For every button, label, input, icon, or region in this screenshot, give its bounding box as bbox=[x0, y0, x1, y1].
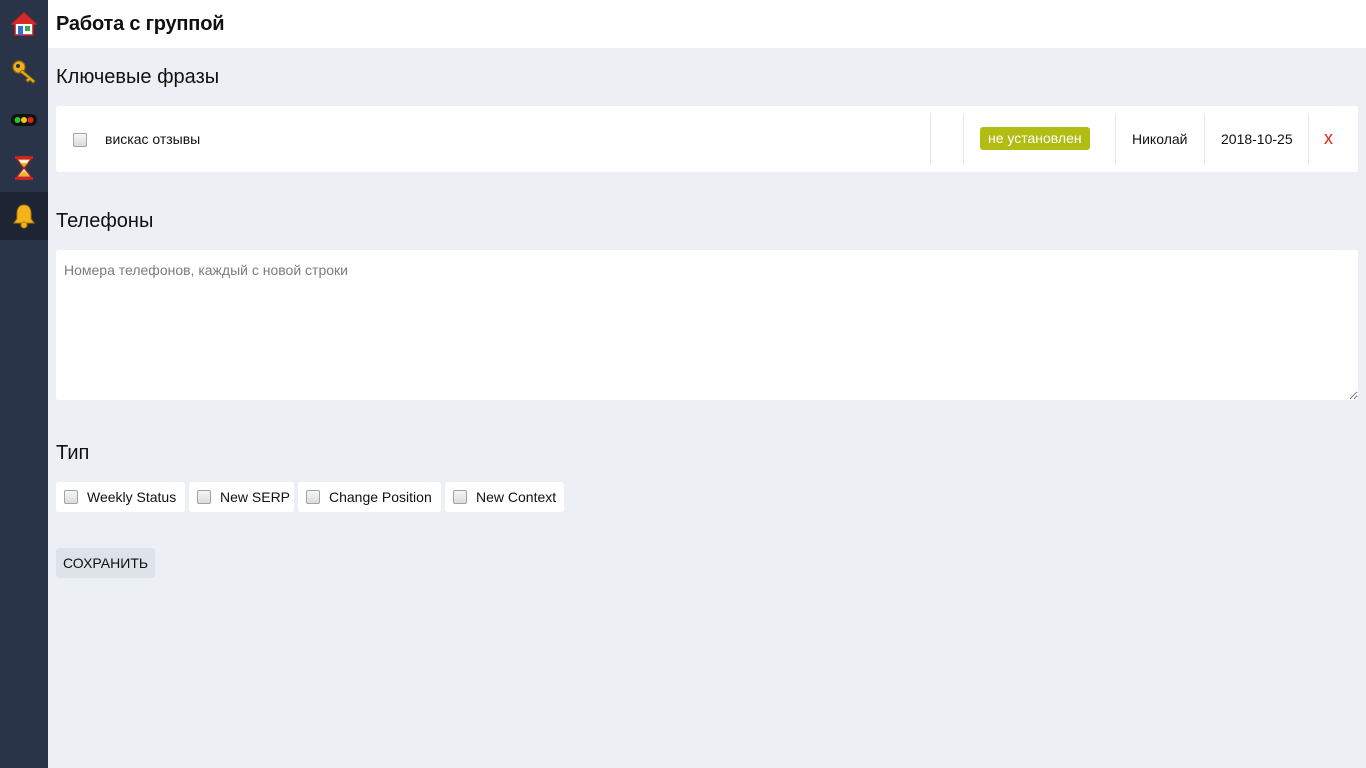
bell-icon bbox=[13, 204, 35, 229]
new-context-checkbox[interactable] bbox=[453, 490, 467, 504]
keyword-date: 2018-10-25 bbox=[1221, 131, 1293, 147]
type-section-title: Тип bbox=[56, 442, 90, 464]
sidebar-item-home[interactable] bbox=[0, 0, 48, 48]
save-button[interactable]: СОХРАНИТЬ bbox=[56, 548, 156, 578]
column-divider bbox=[1204, 114, 1205, 164]
type-option-label: Change Position bbox=[329, 489, 432, 505]
keywords-section-title: Ключевые фразы bbox=[56, 66, 220, 88]
sidebar-item-history[interactable] bbox=[0, 144, 48, 192]
type-option-new-serp[interactable]: New SERP bbox=[189, 482, 294, 512]
keyword-row-checkbox[interactable] bbox=[73, 133, 87, 147]
type-option-label: New SERP bbox=[220, 489, 291, 505]
keyword-phrase: вискас отзывы bbox=[105, 131, 201, 147]
status-badge: не установлен bbox=[980, 127, 1090, 150]
column-divider bbox=[1115, 114, 1116, 164]
keyword-row: вискас отзывы не установлен Николай 2018… bbox=[56, 106, 1358, 172]
sidebar bbox=[0, 0, 48, 768]
hourglass-icon bbox=[15, 156, 33, 180]
type-option-label: New Context bbox=[476, 489, 557, 505]
type-option-label: Weekly Status bbox=[87, 489, 177, 505]
phones-textarea[interactable] bbox=[56, 250, 1358, 400]
type-option-change-position[interactable]: Change Position bbox=[298, 482, 441, 512]
keyword-user: Николай bbox=[1132, 131, 1188, 147]
change-position-checkbox[interactable] bbox=[306, 490, 320, 504]
sidebar-item-traffic[interactable] bbox=[0, 96, 48, 144]
page-title: Работа с группой bbox=[56, 13, 225, 35]
column-divider bbox=[930, 114, 931, 164]
column-divider bbox=[963, 114, 964, 164]
top-bar: Работа с группой bbox=[48, 0, 1366, 48]
traffic-light-icon bbox=[11, 114, 37, 126]
sidebar-item-notifications[interactable] bbox=[0, 192, 48, 240]
key-icon bbox=[12, 60, 36, 84]
new-serp-checkbox[interactable] bbox=[197, 490, 211, 504]
type-option-weekly-status[interactable]: Weekly Status bbox=[56, 482, 185, 512]
type-option-new-context[interactable]: New Context bbox=[445, 482, 564, 512]
delete-keyword-button[interactable]: x bbox=[1324, 128, 1333, 149]
phones-section-title: Телефоны bbox=[56, 210, 154, 232]
home-icon bbox=[11, 11, 37, 36]
weekly-status-checkbox[interactable] bbox=[64, 490, 78, 504]
column-divider bbox=[1308, 114, 1309, 164]
sidebar-item-keys[interactable] bbox=[0, 48, 48, 96]
